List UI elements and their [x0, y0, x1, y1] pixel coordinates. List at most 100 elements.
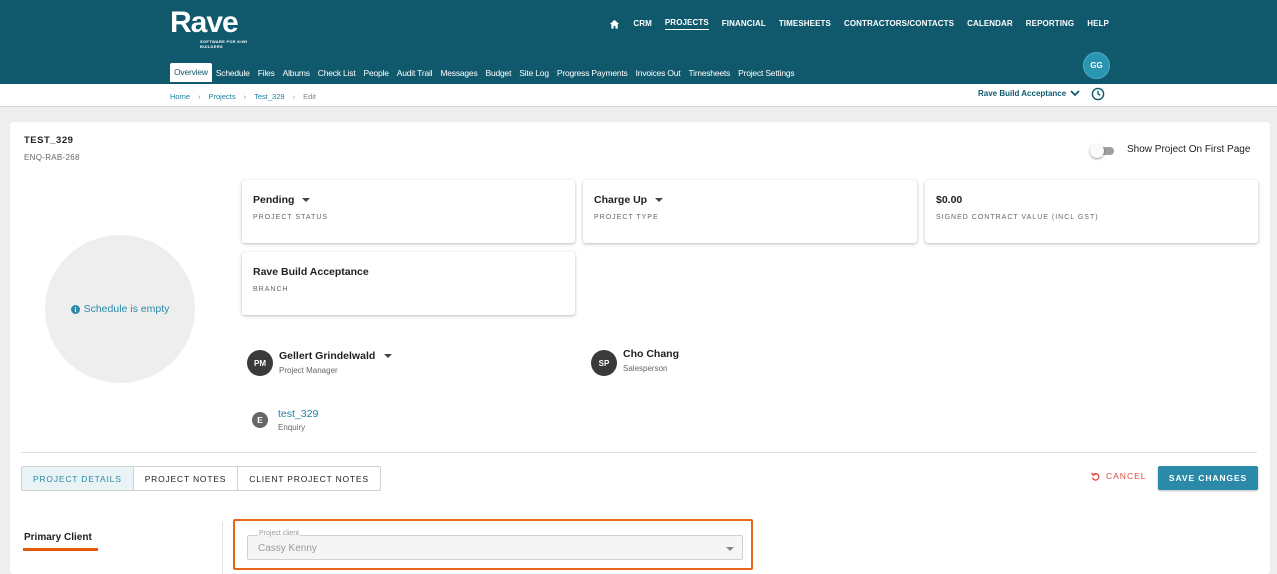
- branch-value: Rave Build Acceptance: [253, 266, 369, 278]
- contract-value-box: $0.00 SIGNED CONTRACT VALUE (INCL GST): [925, 180, 1258, 243]
- save-changes-button[interactable]: SAVE CHANGES: [1158, 466, 1258, 490]
- rave-logo[interactable]: Rave SOFTWARE FOR KIWI BUILDERS: [170, 6, 250, 50]
- avatar: PM: [247, 350, 273, 376]
- section-divider: [21, 452, 1257, 453]
- enquiry: E test_329 Enquiry: [252, 408, 318, 432]
- subnav-project-settings[interactable]: Project Settings: [734, 65, 798, 81]
- subnav-audit-trail[interactable]: Audit Trail: [393, 65, 437, 81]
- toggle-knob: [1090, 144, 1104, 158]
- breadcrumb-separator: ›: [198, 92, 201, 101]
- nav-help[interactable]: HELP: [1087, 19, 1109, 30]
- project-client-value: Cassy Kenny: [258, 543, 317, 554]
- project-edit-card: TEST_329 ENQ-RAB-268 Show Project On Fir…: [10, 122, 1270, 574]
- tab-project-notes[interactable]: PROJECT NOTES: [134, 467, 239, 490]
- breadcrumb-bar: Home › Projects › Test_329 › Edit Rave B…: [0, 84, 1277, 107]
- project-type-value-wrap: Charge Up: [594, 194, 664, 206]
- project-manager-name: Gellert Grindelwald: [279, 350, 376, 362]
- subnav-invoices-out[interactable]: Invoices Out: [632, 65, 685, 81]
- breadcrumb: Home › Projects › Test_329 › Edit: [170, 92, 316, 101]
- subnav-overview[interactable]: Overview: [170, 63, 212, 82]
- enquiry-icon: E: [252, 412, 268, 428]
- salesperson-name: Cho Chang: [623, 348, 679, 360]
- nav-projects[interactable]: PROJECTS: [664, 18, 709, 30]
- breadcrumb-current: Edit: [303, 92, 316, 101]
- cancel-label: CANCEL: [1106, 471, 1147, 481]
- chevron-down-icon[interactable]: [302, 198, 311, 202]
- subnav-timesheets[interactable]: Timesheets: [684, 65, 734, 81]
- breadcrumb-home[interactable]: Home: [170, 92, 190, 101]
- project-sub-nav: Overview Schedule Files Albums Check Lis…: [170, 63, 798, 82]
- primary-client-heading[interactable]: Primary Client: [24, 532, 92, 543]
- home-icon[interactable]: [609, 19, 620, 30]
- branch-selector-label: Rave Build Acceptance: [978, 89, 1067, 98]
- nav-crm[interactable]: CRM: [633, 19, 652, 30]
- nav-timesheets[interactable]: TIMESHEETS: [779, 19, 831, 30]
- nav-calendar[interactable]: CALENDAR: [967, 19, 1013, 30]
- enquiry-role: Enquiry: [278, 423, 306, 432]
- project-code: ENQ-RAB-268: [24, 153, 80, 162]
- project-name: TEST_329: [24, 135, 74, 146]
- branch-label: BRANCH: [253, 286, 289, 293]
- show-on-first-page-label: Show Project On First Page: [1127, 144, 1251, 155]
- contract-value-label: SIGNED CONTRACT VALUE (INCL GST): [936, 214, 1099, 221]
- chevron-down-icon[interactable]: [384, 354, 393, 358]
- project-client-select[interactable]: Project client Cassy Kenny: [247, 530, 743, 560]
- logo-tagline: SOFTWARE FOR KIWI BUILDERS: [200, 39, 248, 49]
- subnav-budget[interactable]: Budget: [482, 65, 516, 81]
- enquiry-link[interactable]: test_329: [278, 408, 318, 420]
- project-type-value: Charge Up: [594, 194, 648, 206]
- primary-client-underline: [23, 548, 98, 551]
- chevron-down-icon: [726, 547, 734, 551]
- nav-contractors-contacts[interactable]: CONTRACTORS/CONTACTS: [844, 19, 954, 30]
- subnav-check-list[interactable]: Check List: [314, 65, 360, 81]
- subnav-schedule[interactable]: Schedule: [212, 65, 254, 81]
- subnav-progress-payments[interactable]: Progress Payments: [553, 65, 632, 81]
- tab-client-project-notes[interactable]: CLIENT PROJECT NOTES: [238, 467, 380, 490]
- logo-wordmark: Rave: [170, 6, 239, 39]
- user-avatar[interactable]: GG: [1083, 52, 1110, 79]
- tab-project-details[interactable]: PROJECT DETAILS: [22, 467, 134, 490]
- chevron-down-icon[interactable]: [655, 198, 664, 202]
- breadcrumb-separator: ›: [292, 92, 296, 101]
- salesperson: SP Cho Chang Salesperson: [591, 348, 679, 376]
- top-nav: CRM PROJECTS FINANCIAL TIMESHEETS CONTRA…: [609, 18, 1109, 30]
- project-status-label: PROJECT STATUS: [253, 214, 329, 221]
- avatar: SP: [591, 350, 617, 376]
- app-header: Rave SOFTWARE FOR KIWI BUILDERS CRM PROJ…: [0, 0, 1277, 84]
- nav-financial[interactable]: FINANCIAL: [722, 19, 766, 30]
- history-clock-icon[interactable]: [1091, 87, 1105, 101]
- undo-icon: [1091, 472, 1100, 481]
- subnav-people[interactable]: People: [359, 65, 392, 81]
- info-icon: [70, 304, 80, 314]
- salesperson-role: Salesperson: [623, 364, 668, 373]
- project-manager: PM Gellert Grindelwald Project Manager: [247, 350, 393, 376]
- project-status-value: Pending: [253, 194, 295, 206]
- chevron-down-icon: [1070, 90, 1080, 97]
- subnav-albums[interactable]: Albums: [279, 65, 314, 81]
- detail-tabs: PROJECT DETAILS PROJECT NOTES CLIENT PRO…: [21, 466, 381, 491]
- schedule-progress-circle: Schedule is empty: [45, 235, 195, 383]
- subnav-messages[interactable]: Messages: [436, 65, 481, 81]
- cancel-button[interactable]: CANCEL: [1091, 471, 1146, 481]
- schedule-empty-text: Schedule is empty: [83, 303, 170, 315]
- breadcrumb-project[interactable]: Test_329: [254, 92, 284, 101]
- breadcrumb-projects[interactable]: Projects: [209, 92, 236, 101]
- project-manager-info: Gellert Grindelwald Project Manager: [279, 350, 393, 375]
- branch-box: Rave Build Acceptance BRANCH: [242, 252, 575, 315]
- enquiry-info: test_329 Enquiry: [278, 408, 318, 432]
- project-type-label: PROJECT TYPE: [594, 214, 659, 221]
- breadcrumb-separator: ›: [243, 92, 247, 101]
- project-status-box[interactable]: Pending PROJECT STATUS: [242, 180, 575, 243]
- subnav-site-log[interactable]: Site Log: [515, 65, 553, 81]
- project-client-label: Project client: [258, 530, 301, 537]
- nav-reporting[interactable]: REPORTING: [1026, 19, 1074, 30]
- show-on-first-page-toggle[interactable]: [1090, 144, 1116, 158]
- branch-selector[interactable]: Rave Build Acceptance: [978, 89, 1080, 98]
- project-client-highlight: Project client Cassy Kenny: [233, 519, 753, 570]
- section-vertical-divider: [222, 522, 223, 574]
- project-type-box[interactable]: Charge Up PROJECT TYPE: [583, 180, 917, 243]
- subnav-files[interactable]: Files: [254, 65, 279, 81]
- project-manager-name-wrap: Gellert Grindelwald: [279, 350, 393, 362]
- contract-value: $0.00: [936, 194, 963, 206]
- project-status-value-wrap: Pending: [253, 194, 311, 206]
